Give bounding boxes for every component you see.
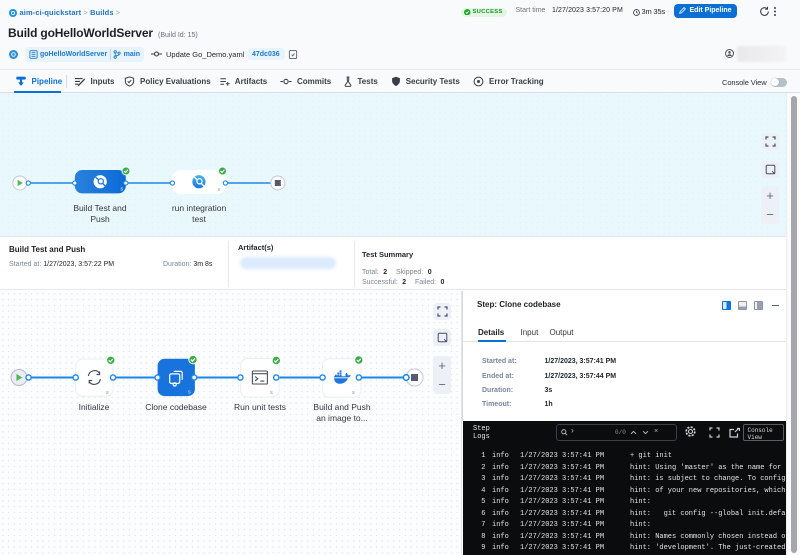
svg-text:s: s [188, 390, 191, 396]
svg-text:s: s [270, 390, 273, 396]
svg-text:s: s [352, 390, 355, 396]
svg-text:s: s [106, 390, 109, 396]
